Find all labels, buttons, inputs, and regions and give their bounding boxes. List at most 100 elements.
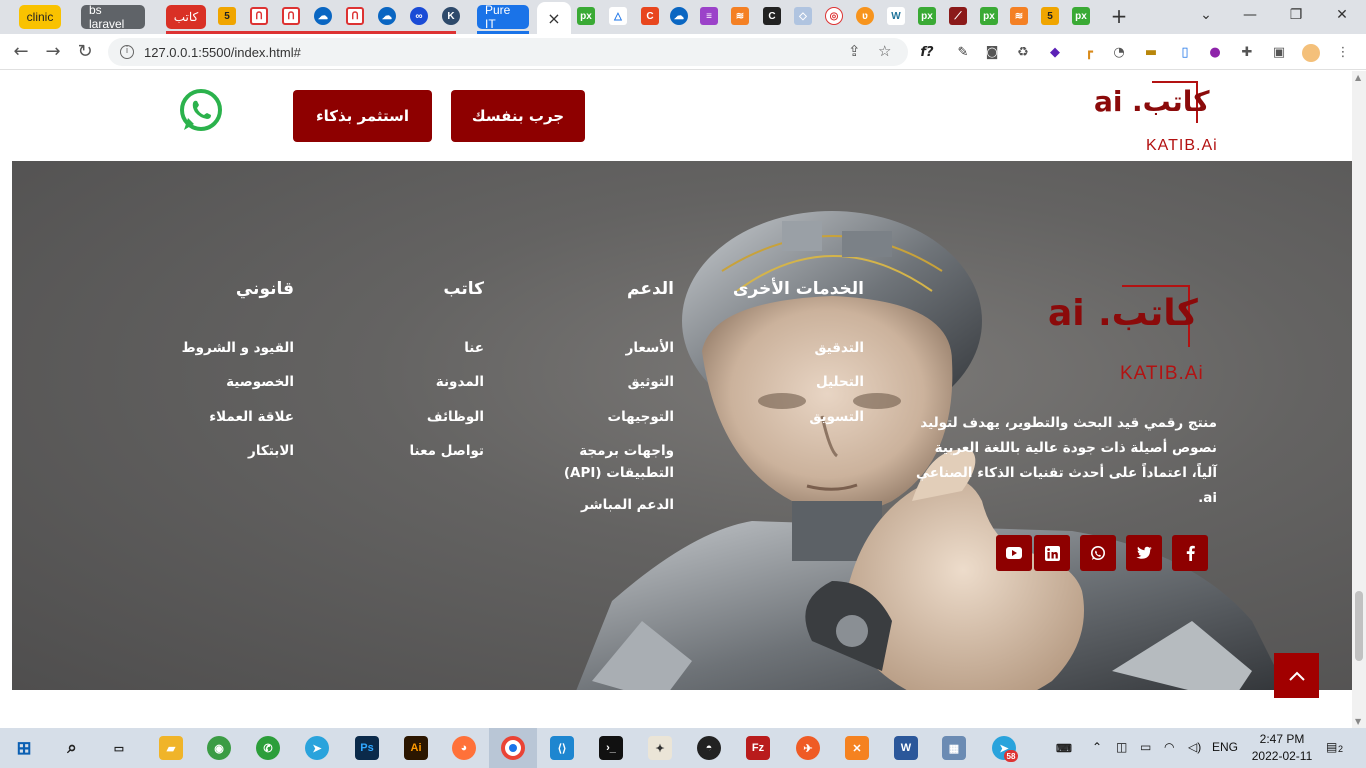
volume-icon[interactable]: ◁) <box>1188 740 1201 754</box>
scroll-to-top-button[interactable] <box>1274 653 1319 698</box>
speedometer-icon[interactable]: ◔ <box>1110 44 1128 62</box>
tab-bs-laravel[interactable]: bs laravel <box>81 3 145 31</box>
page-scrollbar[interactable]: ▲ ▼ <box>1352 71 1366 728</box>
new-tab-button[interactable]: + <box>1108 5 1130 27</box>
footer-logo[interactable]: ai كاتب. KATIB.Ai <box>1048 283 1208 393</box>
footer-link[interactable]: الوظائف <box>362 406 484 428</box>
scroll-down-arrow-icon[interactable]: ▼ <box>1355 717 1361 726</box>
footer-link[interactable]: علاقة العملاء <box>162 406 294 428</box>
dribbble-icon[interactable]: ◎ <box>825 7 843 25</box>
k-icon[interactable]: K <box>442 7 460 25</box>
tab-pure-it[interactable]: Pure IT <box>477 3 529 31</box>
clipboard-icon[interactable]: ▯ <box>1176 44 1194 62</box>
onedrive-icon[interactable]: ☁ <box>670 7 688 25</box>
info-icon[interactable]: i <box>120 45 134 59</box>
graduation-icon[interactable]: ◆ <box>1046 44 1064 62</box>
wifi-icon[interactable]: ◠ <box>1164 740 1174 754</box>
side-panel-icon[interactable]: ▣ <box>1270 44 1288 62</box>
forward-icon[interactable]: → <box>41 40 65 64</box>
tab-katib[interactable]: كاتب <box>166 5 206 29</box>
virtualbox-icon[interactable]: ▦ <box>942 736 966 760</box>
footer-link[interactable]: المدونة <box>362 371 484 393</box>
function-extension-icon[interactable]: f? <box>918 44 936 62</box>
youtube-icon[interactable] <box>996 535 1032 571</box>
color-picker-icon[interactable]: ● <box>1206 44 1224 62</box>
word-icon[interactable]: W <box>894 736 918 760</box>
triangle-icon[interactable]: △ <box>609 7 627 25</box>
scroll-up-arrow-icon[interactable]: ▲ <box>1355 73 1361 82</box>
px-icon[interactable]: px <box>577 7 595 25</box>
photoshop-icon[interactable]: Ps <box>355 736 379 760</box>
back-icon[interactable]: ← <box>9 40 33 64</box>
footer-link[interactable]: الابتكار <box>162 440 294 462</box>
terminal-icon[interactable]: ›_ <box>599 736 623 760</box>
task-view-icon[interactable]: ▭ <box>107 736 131 760</box>
maximize-button[interactable]: ❐ <box>1276 5 1316 25</box>
folder-icon[interactable]: ▬ <box>1142 44 1160 62</box>
language-indicator[interactable]: ENG <box>1212 740 1238 754</box>
tray-chevron-up-icon[interactable]: ⌃ <box>1092 740 1102 754</box>
scrollbar-thumb[interactable] <box>1355 591 1363 661</box>
linkedin-icon[interactable] <box>1034 535 1070 571</box>
windows-start-icon[interactable]: ⊞ <box>12 736 36 760</box>
notifications-icon[interactable]: ▤ <box>1326 740 1337 754</box>
tab-search-icon[interactable]: ⌄ <box>1186 5 1226 25</box>
bookmark-star-icon[interactable]: ☆ <box>878 42 891 60</box>
facebook-icon[interactable] <box>1172 535 1208 571</box>
menu-kebab-icon[interactable]: ⋮ <box>1334 44 1352 62</box>
stackoverflow-icon[interactable]: ≋ <box>1010 7 1028 25</box>
clock-date[interactable]: 2022-02-11 <box>1246 749 1318 763</box>
tab-favicon-html5[interactable]: 5 <box>218 7 236 25</box>
px-icon[interactable]: px <box>1072 7 1090 25</box>
vscode-icon[interactable]: ⟨⟩ <box>550 736 574 760</box>
footer-link[interactable]: التسويق <box>712 406 864 428</box>
network-app-icon[interactable]: ◉ <box>207 736 231 760</box>
cube-icon[interactable]: ◇ <box>794 7 812 25</box>
minimize-button[interactable]: — <box>1230 5 1270 25</box>
close-icon[interactable]: × <box>547 9 560 28</box>
footer-link[interactable]: الأسعار <box>512 337 674 359</box>
close-window-button[interactable]: ✕ <box>1322 5 1362 25</box>
twitter-icon[interactable] <box>1126 535 1162 571</box>
onedrive-icon[interactable]: ☁ <box>314 7 332 25</box>
whatsapp-social-icon[interactable] <box>1080 535 1116 571</box>
w-icon[interactable]: W <box>887 7 905 25</box>
extensions-puzzle-icon[interactable]: ✚ <box>1238 44 1256 62</box>
px-icon[interactable]: px <box>918 7 936 25</box>
battery-icon[interactable]: ▭ <box>1140 740 1151 754</box>
active-tab[interactable]: × <box>537 2 571 34</box>
tab-clinic[interactable]: clinic <box>19 5 61 29</box>
address-bar[interactable]: i 127.0.0.1:5500/index.html# ⇪ ☆ <box>108 38 908 66</box>
tray-app-icon[interactable]: ◫ <box>1116 740 1127 754</box>
stackoverflow-icon[interactable]: ≋ <box>731 7 749 25</box>
stack-icon[interactable]: ≡ <box>700 7 718 25</box>
git-icon[interactable]: ✦ <box>648 736 672 760</box>
profile-avatar[interactable] <box>1302 44 1320 62</box>
camera-icon[interactable]: ◙ <box>983 44 1001 62</box>
filezilla-icon[interactable]: Fz <box>746 736 770 760</box>
reload-icon[interactable]: ↻ <box>73 40 97 64</box>
telegram-icon[interactable]: ➤ <box>305 736 329 760</box>
c-dark-icon[interactable]: C <box>763 7 781 25</box>
footer-link[interactable]: عنا <box>362 337 484 359</box>
tab-favicon-katib[interactable]: ꓵ <box>250 7 268 25</box>
footer-link[interactable]: التدقيق <box>712 337 864 359</box>
tab-favicon-katib[interactable]: ꓵ <box>282 7 300 25</box>
eyedropper-icon[interactable]: ✎ <box>954 44 972 62</box>
onedrive-icon[interactable]: ☁ <box>378 7 396 25</box>
try-yourself-button[interactable]: جرب بنفسك <box>451 90 585 142</box>
c-icon[interactable]: C <box>641 7 659 25</box>
tab-favicon-katib[interactable]: ꓵ <box>346 7 364 25</box>
clock-time[interactable]: 2:47 PM <box>1252 732 1312 746</box>
firefox-icon[interactable]: ◕ <box>452 736 476 760</box>
invest-button[interactable]: استثمر بذكاء <box>293 90 432 142</box>
footer-link[interactable]: الدعم المباشر <box>512 494 674 516</box>
phone-app-icon[interactable]: ✆ <box>256 736 280 760</box>
footer-link[interactable]: تواصل معنا <box>362 440 484 462</box>
footer-link[interactable]: الخصوصية <box>162 371 294 393</box>
github-icon[interactable]: ◓ <box>697 736 721 760</box>
keyboard-icon[interactable]: ⌨ <box>1052 736 1076 760</box>
chrome-icon[interactable] <box>501 736 525 760</box>
xampp-icon[interactable]: ✕ <box>845 736 869 760</box>
px-icon[interactable]: px <box>980 7 998 25</box>
